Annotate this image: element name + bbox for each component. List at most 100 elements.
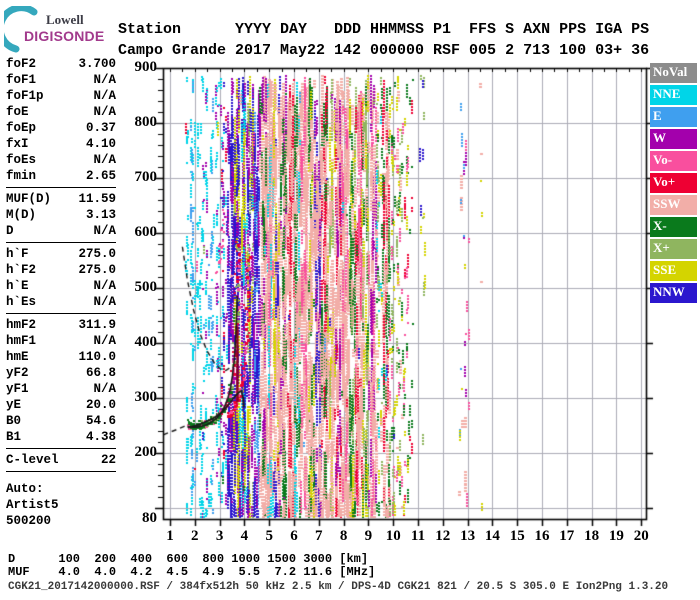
x-tick-label: 17 bbox=[554, 528, 580, 545]
param-row: M(D)3.13 bbox=[6, 207, 116, 223]
x-tick-label: 3 bbox=[207, 528, 233, 545]
param-value: N/A bbox=[93, 381, 116, 397]
header-columns: Station YYYY DAY DDD HHMMSS P1 FFS S AXN… bbox=[118, 19, 649, 61]
y-tick-label: 300 bbox=[123, 389, 157, 406]
param-label: h`F bbox=[6, 246, 29, 262]
legend-item-nne: NNE bbox=[650, 85, 697, 105]
x-tick-label: 9 bbox=[355, 528, 381, 545]
param-row: fmin 2.65 bbox=[6, 168, 116, 184]
legend-label: SSW bbox=[653, 196, 680, 212]
param-value: 54.6 bbox=[86, 413, 116, 429]
autoscaling-line: Auto: bbox=[6, 481, 116, 497]
legend-item-noval: NoVal bbox=[650, 63, 697, 83]
doppler-direction-legend: NoValNNEEWVo-Vo+SSWX-X+SSENNW bbox=[650, 63, 697, 305]
param-label: hmF1 bbox=[6, 333, 36, 349]
param-row: hmF2 311.9 bbox=[6, 317, 116, 333]
param-row: D N/A bbox=[6, 223, 116, 239]
param-value: 0.37 bbox=[86, 120, 116, 136]
param-row: yE 20.0 bbox=[6, 397, 116, 413]
param-label: yF1 bbox=[6, 381, 29, 397]
x-tick-label: 14 bbox=[479, 528, 505, 545]
legend-label: Vo+ bbox=[653, 174, 675, 190]
param-separator bbox=[6, 313, 116, 314]
param-value: 11.59 bbox=[78, 191, 116, 207]
logo-digisonde-text: DIGISONDE bbox=[24, 28, 104, 44]
param-row: MUF(D)11.59 bbox=[6, 191, 116, 207]
legend-item-vo-: Vo- bbox=[650, 151, 697, 171]
legend-item-x-: X+ bbox=[650, 239, 697, 259]
x-tick-label: 7 bbox=[306, 528, 332, 545]
legend-label: NNE bbox=[653, 86, 680, 102]
param-value: N/A bbox=[93, 294, 116, 310]
y-tick-label: 80 bbox=[123, 510, 157, 527]
param-label: fmin bbox=[6, 168, 36, 184]
x-tick-label: 19 bbox=[603, 528, 629, 545]
param-separator bbox=[6, 242, 116, 243]
param-label: h`Es bbox=[6, 294, 36, 310]
legend-label: Vo- bbox=[653, 152, 672, 168]
param-value: 3.13 bbox=[86, 207, 116, 223]
param-value: N/A bbox=[93, 278, 116, 294]
param-row: hmF1 N/A bbox=[6, 333, 116, 349]
legend-label: NNW bbox=[653, 284, 685, 300]
param-row: foF1pN/A bbox=[6, 88, 116, 104]
autoscaling-line: 500200 bbox=[6, 513, 116, 529]
param-value: 2.65 bbox=[86, 168, 116, 184]
logo-lowell-text: Lowell bbox=[46, 12, 84, 28]
param-row: foF23.700 bbox=[6, 56, 116, 72]
param-row: fxI 4.10 bbox=[6, 136, 116, 152]
param-row: foEp0.37 bbox=[6, 120, 116, 136]
param-row: hmE110.0 bbox=[6, 349, 116, 365]
param-value: 311.9 bbox=[78, 317, 116, 333]
file-info-line: CGK21_2017142000000.RSF / 384fx512h 50 k… bbox=[8, 581, 668, 593]
x-tick-label: 5 bbox=[256, 528, 282, 545]
header-line1: Station YYYY DAY DDD HHMMSS P1 FFS S AXN… bbox=[118, 21, 649, 38]
legend-item-x-: X- bbox=[650, 217, 697, 237]
param-value: N/A bbox=[93, 104, 116, 120]
param-row: foF1N/A bbox=[6, 72, 116, 88]
param-label: B1 bbox=[6, 429, 21, 445]
legend-label: X+ bbox=[653, 240, 670, 256]
param-label: B0 bbox=[6, 413, 21, 429]
param-value: 20.0 bbox=[86, 397, 116, 413]
x-tick-label: 1 bbox=[157, 528, 183, 545]
param-label: hmF2 bbox=[6, 317, 36, 333]
y-tick-label: 200 bbox=[123, 444, 157, 461]
param-label: yF2 bbox=[6, 365, 29, 381]
param-row: B0 54.6 bbox=[6, 413, 116, 429]
y-tick-label: 700 bbox=[123, 169, 157, 186]
header-line2: Campo Grande 2017 May22 142 000000 RSF 0… bbox=[118, 42, 649, 59]
x-tick-label: 8 bbox=[331, 528, 357, 545]
x-tick-label: 4 bbox=[231, 528, 257, 545]
legend-item-sse: SSE bbox=[650, 261, 697, 281]
param-value: N/A bbox=[93, 223, 116, 239]
legend-item-nnw: NNW bbox=[650, 283, 697, 303]
param-value: N/A bbox=[93, 333, 116, 349]
param-label: h`E bbox=[6, 278, 29, 294]
y-tick-label: 600 bbox=[123, 224, 157, 241]
x-tick-label: 6 bbox=[281, 528, 307, 545]
x-tick-label: 2 bbox=[182, 528, 208, 545]
param-value: 4.10 bbox=[86, 136, 116, 152]
autoscaling-info: Auto:Artist5500200 bbox=[6, 481, 116, 529]
muf-row: MUF 4.0 4.0 4.2 4.5 4.9 5.5 7.2 11.6 [MH… bbox=[8, 566, 375, 579]
param-label: D bbox=[6, 223, 14, 239]
param-row: yF1 N/A bbox=[6, 381, 116, 397]
param-row: C-level22 bbox=[6, 452, 116, 468]
param-row: h`Es N/A bbox=[6, 294, 116, 310]
param-label: h`F2 bbox=[6, 262, 36, 278]
param-label: foEs bbox=[6, 152, 36, 168]
x-tick-label: 13 bbox=[455, 528, 481, 545]
param-value: 275.0 bbox=[78, 246, 116, 262]
param-label: fxI bbox=[6, 136, 29, 152]
param-label: yE bbox=[6, 397, 21, 413]
legend-label: X- bbox=[653, 218, 667, 234]
param-row: h`F2275.0 bbox=[6, 262, 116, 278]
param-row: foEs N/A bbox=[6, 152, 116, 168]
param-value: 66.8 bbox=[86, 365, 116, 381]
param-label: foE bbox=[6, 104, 29, 120]
ionogram-window: Lowell DIGISONDE Station YYYY DAY DDD HH… bbox=[0, 0, 700, 600]
param-value: N/A bbox=[93, 152, 116, 168]
param-label: C-level bbox=[6, 452, 59, 468]
y-tick-label: 800 bbox=[123, 114, 157, 131]
